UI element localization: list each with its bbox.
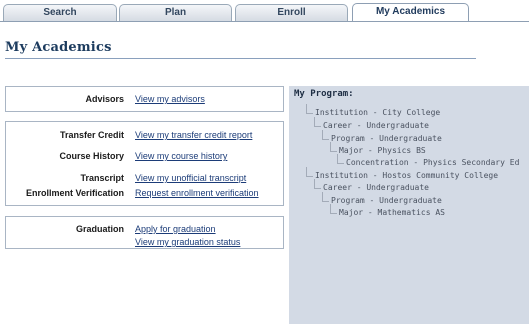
tree-item-institution: Institution - City College: [306, 104, 440, 117]
graduation-label: Graduation: [75, 224, 124, 234]
advisors-label: Advisors: [85, 94, 124, 104]
tab-plan[interactable]: Plan: [119, 4, 232, 21]
tab-enroll[interactable]: Enroll: [235, 4, 348, 21]
page-title: My Academics: [5, 40, 112, 55]
tree-item-concentration: Concentration - Physics Secondary Ed: [337, 154, 519, 167]
tab-bar-rule: [0, 21, 529, 22]
apply-graduation-link[interactable]: Apply for graduation: [135, 224, 216, 234]
tree-item-career: Career - Undergraduate: [314, 117, 429, 130]
advisors-box: Advisors View my advisors: [5, 86, 284, 112]
transcript-label: Transcript: [80, 173, 124, 183]
my-program-panel: My Program: Institution - City College C…: [289, 86, 529, 324]
graduation-status-link[interactable]: View my graduation status: [135, 237, 240, 247]
transfer-credit-label: Transfer Credit: [59, 130, 124, 140]
view-advisors-link[interactable]: View my advisors: [135, 94, 205, 104]
enrollment-verification-label: Enrollment Verification: [25, 188, 124, 198]
tree-item-major: Major - Physics BS: [330, 142, 426, 155]
graduation-box: Graduation Apply for graduation View my …: [5, 216, 284, 249]
title-divider: [5, 58, 476, 59]
transfer-credit-link[interactable]: View my transfer credit report: [135, 130, 252, 140]
course-history-link[interactable]: View my course history: [135, 151, 227, 161]
tree-item-program: Program - Undergraduate: [322, 130, 442, 143]
unofficial-transcript-link[interactable]: View my unofficial transcript: [135, 173, 246, 183]
tree-item-career: Career - Undergraduate: [314, 179, 429, 192]
tab-search[interactable]: Search: [3, 4, 117, 21]
tree-item-institution: Institution - Hostos Community College: [306, 167, 498, 180]
course-history-label: Course History: [59, 151, 124, 161]
my-program-title: My Program:: [294, 89, 354, 99]
tree-item-program: Program - Undergraduate: [322, 192, 442, 205]
enrollment-verification-link[interactable]: Request enrollment verification: [135, 188, 259, 198]
tree-item-major: Major - Mathematics AS: [330, 204, 445, 217]
tab-my-academics[interactable]: My Academics: [352, 3, 469, 22]
academic-records-box: Transfer Credit View my transfer credit …: [5, 121, 284, 206]
